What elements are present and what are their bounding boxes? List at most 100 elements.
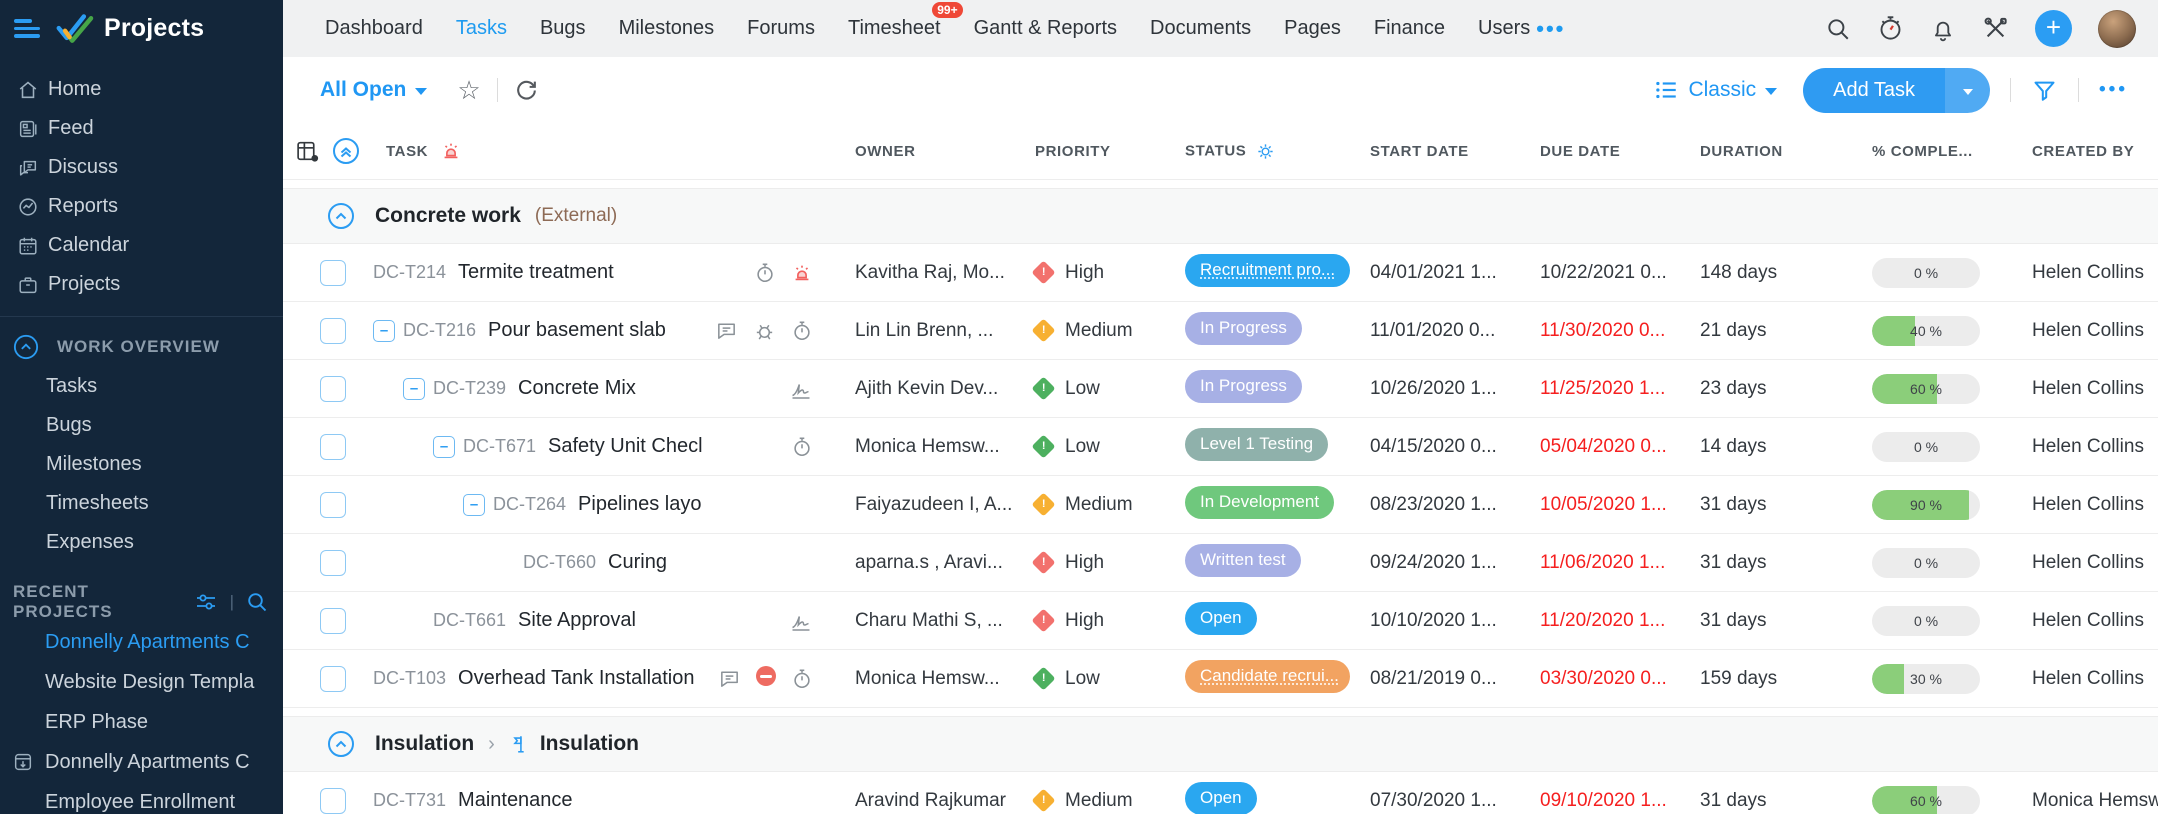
manage-columns-icon[interactable]: [295, 139, 320, 164]
task-name-link[interactable]: Termite treatment: [458, 261, 614, 284]
progress-bar[interactable]: 60 %: [1872, 786, 1980, 814]
due-date-cell[interactable]: 11/06/2020 1...: [1540, 552, 1700, 574]
due-date-cell[interactable]: 03/30/2020 0...: [1540, 668, 1700, 690]
timer-icon[interactable]: [754, 262, 776, 284]
more-options-button[interactable]: •••: [2099, 79, 2128, 101]
status-badge[interactable]: Recruitment pro...: [1185, 254, 1350, 287]
column-header-status[interactable]: STATUS: [1185, 142, 1370, 161]
row-checkbox[interactable]: [320, 260, 346, 286]
column-header-duration[interactable]: DURATION: [1700, 143, 1872, 160]
nav-overflow-button[interactable]: •••: [1536, 16, 1565, 42]
owner-cell[interactable]: Kavitha Raj, Mo...: [855, 262, 1035, 284]
refresh-icon[interactable]: [514, 78, 539, 103]
work-overview-item-milestones[interactable]: Milestones: [0, 445, 283, 484]
recent-project-item[interactable]: Employee Enrollment: [0, 782, 283, 814]
column-header-task[interactable]: TASK: [386, 143, 428, 160]
add-task-button[interactable]: Add Task: [1803, 68, 1945, 113]
filter-funnel-icon[interactable]: [2031, 77, 2058, 104]
group-collapse-icon[interactable]: [327, 730, 355, 758]
sidebar-item-home[interactable]: Home: [0, 70, 283, 109]
start-date-cell[interactable]: 08/21/2019 0...: [1370, 668, 1540, 690]
work-overview-item-tasks[interactable]: Tasks: [0, 367, 283, 406]
bug-icon[interactable]: [753, 319, 776, 342]
reminder-filter-icon[interactable]: [440, 140, 462, 162]
column-header-owner[interactable]: OWNER: [855, 143, 1035, 160]
column-header-start-date[interactable]: START DATE: [1370, 143, 1540, 160]
row-checkbox[interactable]: [320, 492, 346, 518]
view-mode-dropdown[interactable]: Classic: [1653, 77, 1777, 103]
progress-bar[interactable]: 0 %: [1872, 548, 1980, 578]
priority-cell[interactable]: !High: [1035, 610, 1185, 632]
tab-pages[interactable]: Pages: [1284, 11, 1341, 46]
priority-cell[interactable]: !Medium: [1035, 790, 1185, 812]
priority-cell[interactable]: !High: [1035, 262, 1185, 284]
notifications-bell-icon[interactable]: [1930, 16, 1956, 42]
hamburger-menu-icon[interactable]: [14, 15, 40, 42]
blocked-icon[interactable]: [756, 666, 776, 691]
task-name-link[interactable]: Pipelines layo: [578, 493, 701, 516]
due-date-cell[interactable]: 09/10/2020 1...: [1540, 790, 1700, 812]
row-checkbox[interactable]: [320, 550, 346, 576]
recent-project-item[interactable]: Donnelly Apartments C: [0, 742, 283, 782]
task-name-link[interactable]: Site Approval: [518, 609, 636, 632]
collapse-subtasks-button[interactable]: –: [433, 436, 455, 458]
due-date-cell[interactable]: 10/05/2020 1...: [1540, 494, 1700, 516]
tab-gantt-reports[interactable]: Gantt & Reports: [974, 11, 1117, 46]
row-checkbox[interactable]: [320, 666, 346, 692]
owner-cell[interactable]: Charu Mathi S, ...: [855, 610, 1035, 632]
start-date-cell[interactable]: 07/30/2020 1...: [1370, 790, 1540, 812]
due-date-cell[interactable]: 11/25/2020 1...: [1540, 378, 1700, 400]
start-date-cell[interactable]: 10/26/2020 1...: [1370, 378, 1540, 400]
owner-cell[interactable]: Monica Hemsw...: [855, 668, 1035, 690]
group-collapse-icon[interactable]: [327, 202, 355, 230]
search-icon[interactable]: [1825, 16, 1851, 42]
timer-icon[interactable]: [791, 320, 813, 342]
work-overview-item-bugs[interactable]: Bugs: [0, 406, 283, 445]
task-name-link[interactable]: Overhead Tank Installation: [458, 667, 694, 690]
column-header-priority[interactable]: PRIORITY: [1035, 143, 1185, 160]
start-date-cell[interactable]: 04/15/2020 0...: [1370, 436, 1540, 458]
owner-cell[interactable]: aparna.s , Aravi...: [855, 552, 1035, 574]
favorite-star-icon[interactable]: ☆: [457, 77, 480, 103]
task-name-link[interactable]: Concrete Mix: [518, 377, 636, 400]
timer-icon[interactable]: [791, 436, 813, 458]
quick-add-button[interactable]: +: [2035, 10, 2072, 47]
sidebar-item-reports[interactable]: Reports: [0, 187, 283, 226]
column-header-percent-complete[interactable]: % COMPLE...: [1872, 143, 2032, 160]
status-badge[interactable]: Written test: [1185, 544, 1301, 577]
sidebar-item-projects[interactable]: Projects: [0, 265, 283, 304]
row-checkbox[interactable]: [320, 434, 346, 460]
due-date-cell[interactable]: 11/20/2020 1...: [1540, 610, 1700, 632]
sidebar-item-discuss[interactable]: Discuss: [0, 148, 283, 187]
start-date-cell[interactable]: 04/01/2021 1...: [1370, 262, 1540, 284]
recent-project-item[interactable]: Donnelly Apartments C: [0, 622, 283, 662]
due-date-cell[interactable]: 10/22/2021 0...: [1540, 262, 1700, 284]
tab-timesheet[interactable]: Timesheet99+: [848, 11, 941, 46]
view-filter-dropdown[interactable]: All Open: [320, 78, 427, 102]
due-date-cell[interactable]: 11/30/2020 0...: [1540, 320, 1700, 342]
owner-cell[interactable]: Ajith Kevin Dev...: [855, 378, 1035, 400]
task-name-link[interactable]: Curing: [608, 551, 667, 574]
row-checkbox[interactable]: [320, 608, 346, 634]
start-date-cell[interactable]: 08/23/2020 1...: [1370, 494, 1540, 516]
timer-clock-icon[interactable]: [1877, 15, 1904, 42]
priority-cell[interactable]: !Medium: [1035, 320, 1185, 342]
sidebar-item-feed[interactable]: Feed: [0, 109, 283, 148]
priority-cell[interactable]: !Low: [1035, 378, 1185, 400]
owner-cell[interactable]: Lin Lin Brenn, ...: [855, 320, 1035, 342]
project-search-icon[interactable]: [245, 590, 269, 614]
row-checkbox[interactable]: [320, 376, 346, 402]
status-settings-gear-icon[interactable]: [1256, 142, 1275, 161]
tools-icon[interactable]: [1982, 15, 2009, 42]
progress-bar[interactable]: 0 %: [1872, 432, 1980, 462]
status-badge[interactable]: Level 1 Testing: [1185, 428, 1328, 461]
owner-cell[interactable]: Faiyazudeen I, A...: [855, 494, 1035, 516]
work-overview-collapse-icon[interactable]: [13, 334, 39, 360]
project-filter-sliders-icon[interactable]: [194, 590, 218, 614]
tab-documents[interactable]: Documents: [1150, 11, 1251, 46]
collapse-subtasks-button[interactable]: –: [403, 378, 425, 400]
work-overview-item-timesheets[interactable]: Timesheets: [0, 484, 283, 523]
collapse-subtasks-button[interactable]: –: [463, 494, 485, 516]
signature-icon[interactable]: [789, 377, 813, 401]
comment-icon[interactable]: [715, 319, 738, 342]
